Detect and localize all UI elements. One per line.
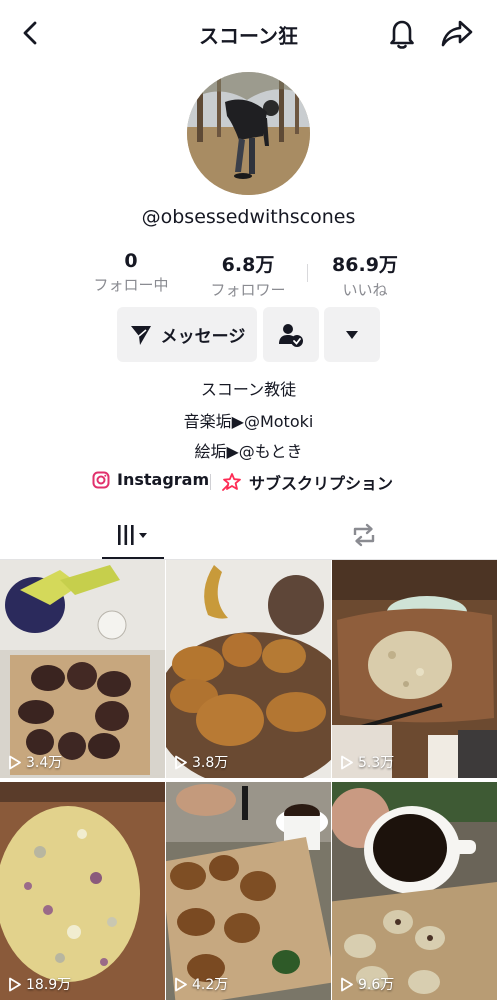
video-tile[interactable]: 9.6万: [332, 782, 497, 1000]
more-options-button[interactable]: [324, 307, 380, 362]
bio-line-3: 絵垢▶@もとき: [194, 442, 303, 461]
instagram-link-label: Instagram: [117, 470, 210, 489]
play-icon: [341, 977, 353, 991]
tab-active-indicator: [102, 557, 164, 559]
instagram-icon: [92, 471, 110, 488]
play-icon: [175, 977, 187, 991]
stat-followers-value: 6.8万: [221, 254, 275, 276]
video-tile[interactable]: 18.9万: [0, 782, 165, 1000]
message-button-label: メッセージ: [160, 327, 246, 347]
stat-likes-value: 86.9万: [332, 254, 398, 276]
view-count-value: 3.8万: [192, 755, 229, 771]
video-thumbnail: [166, 560, 331, 778]
video-thumbnail: [0, 782, 165, 1000]
stats-row: 0 フォロー中 6.8万 フォロワー 86.9万 いいね: [0, 250, 497, 300]
avatar[interactable]: [187, 72, 310, 195]
content-tabs: [0, 510, 497, 560]
play-icon: [9, 977, 21, 991]
view-count-value: 5.3万: [358, 755, 395, 771]
stat-following[interactable]: 0 フォロー中: [76, 250, 186, 295]
link-divider: [210, 474, 211, 490]
stat-followers[interactable]: 6.8万 フォロワー: [193, 250, 303, 300]
avatar-photo: [187, 72, 310, 195]
view-count: 3.8万: [174, 752, 228, 772]
tab-videos[interactable]: [102, 518, 164, 552]
tab-reposts[interactable]: [344, 518, 384, 552]
bio-line-2: 音楽垢▶@Motoki: [183, 412, 314, 431]
video-thumbnail: [0, 560, 165, 778]
view-count: 3.4万: [8, 752, 62, 772]
share-icon[interactable]: [440, 17, 474, 49]
video-tile[interactable]: 4.2万: [166, 782, 331, 1000]
view-count-value: 3.4万: [26, 755, 63, 771]
grid-icon: [118, 525, 147, 545]
stat-followers-label: フォロワー: [210, 281, 286, 299]
bio-line-1: スコーン教徒: [200, 380, 297, 399]
send-icon: [130, 325, 151, 345]
stat-likes-label: いいね: [342, 281, 388, 299]
play-icon: [175, 755, 187, 769]
video-thumbnail: [332, 560, 497, 778]
stat-likes[interactable]: 86.9万 いいね: [310, 250, 420, 300]
view-count-value: 4.2万: [192, 977, 229, 993]
video-grid: 3.4万 3.8万 5.3万 18.9万 4.2万 9.6万: [0, 560, 497, 1000]
stat-following-value: 0: [124, 250, 138, 272]
bell-icon[interactable]: [386, 16, 418, 50]
play-icon: [9, 755, 21, 769]
video-thumbnail: [166, 782, 331, 1000]
action-buttons: メッセージ: [0, 307, 497, 362]
stat-divider: [307, 264, 308, 282]
message-button[interactable]: メッセージ: [117, 307, 257, 362]
view-count: 9.6万: [340, 974, 394, 994]
subscription-link[interactable]: サブスクリプション: [222, 470, 393, 494]
subscription-link-label: サブスクリプション: [249, 474, 394, 493]
video-tile[interactable]: 5.3万: [332, 560, 497, 778]
view-count-value: 18.9万: [26, 977, 72, 993]
person-check-icon: [279, 323, 303, 347]
page-title: スコーン狂: [199, 24, 298, 48]
stat-following-label: フォロー中: [93, 276, 169, 294]
view-count: 5.3万: [340, 752, 394, 772]
profile-links: Instagram サブスクリプション: [0, 470, 497, 496]
instagram-link[interactable]: Instagram: [92, 470, 209, 489]
caret-down-icon: [346, 330, 358, 339]
repost-icon: [353, 523, 375, 547]
play-icon: [341, 755, 353, 769]
subscription-star-icon: [222, 473, 241, 491]
view-count: 4.2万: [174, 974, 228, 994]
view-count: 18.9万: [8, 974, 71, 994]
top-bar: スコーン狂: [0, 0, 497, 66]
video-tile[interactable]: 3.8万: [166, 560, 331, 778]
video-thumbnail: [332, 782, 497, 1000]
username: @obsessedwithscones: [141, 206, 356, 228]
video-tile[interactable]: 3.4万: [0, 560, 165, 778]
view-count-value: 9.6万: [358, 977, 395, 993]
following-status-button[interactable]: [263, 307, 319, 362]
